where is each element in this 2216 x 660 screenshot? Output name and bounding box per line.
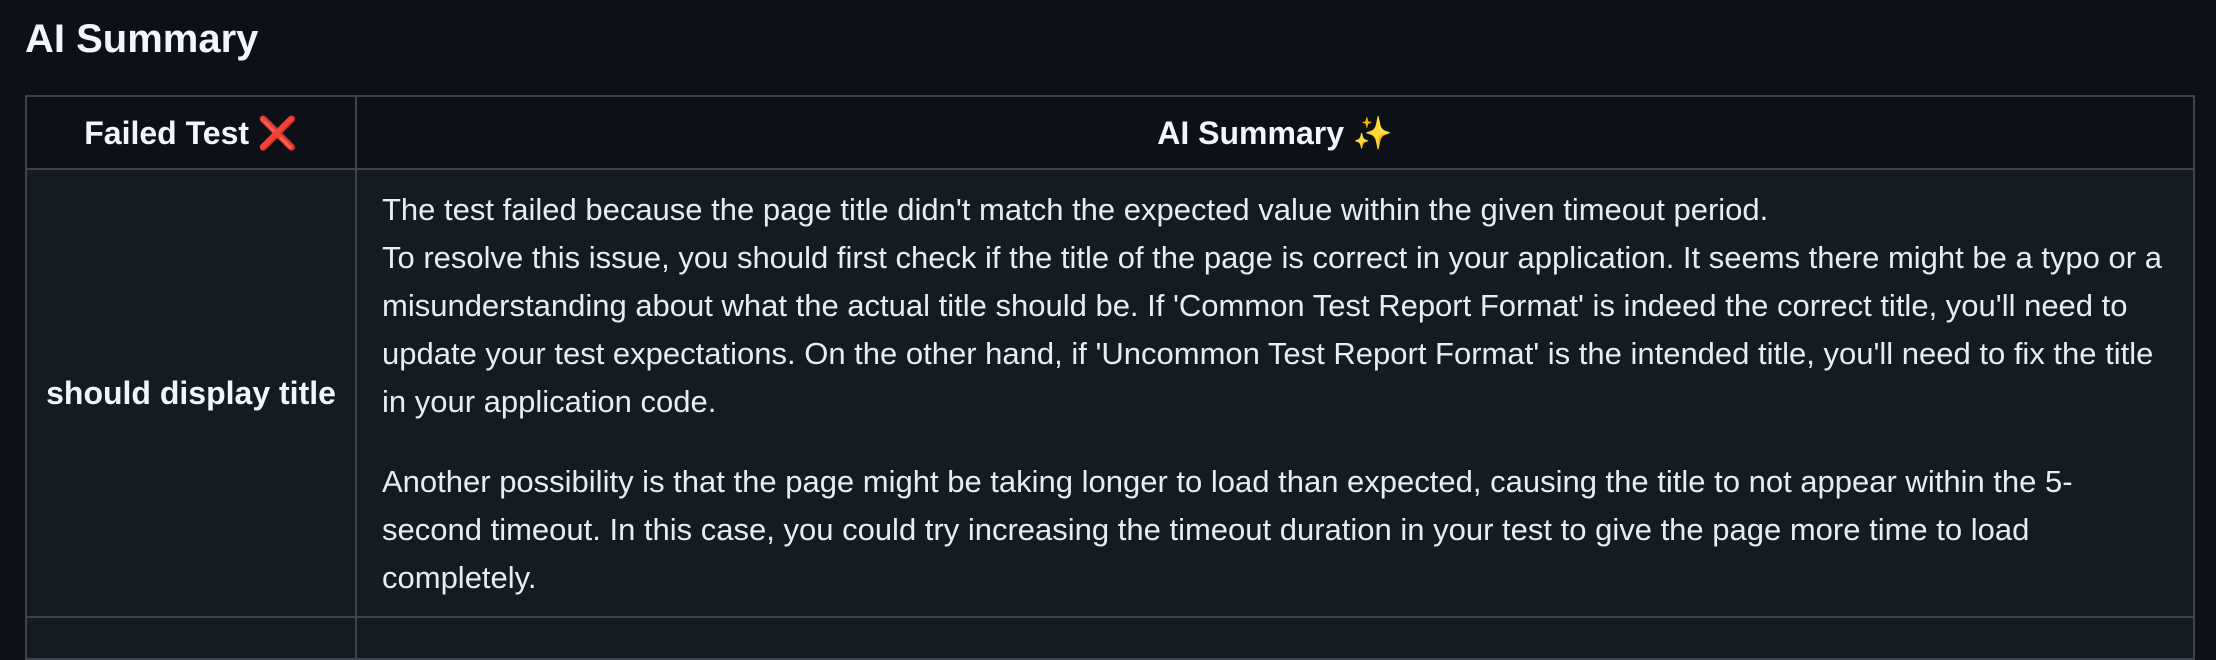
table-header-row: Failed Test ❌ AI Summary ✨ xyxy=(25,95,2195,170)
summary-paragraph: The test failed because the page title d… xyxy=(382,186,2169,426)
ai-summary-text: The test failed because the page title d… xyxy=(355,168,2195,618)
cross-mark-icon: ❌ xyxy=(257,113,298,152)
summary-line: To resolve this issue, you should first … xyxy=(382,240,2162,419)
summary-paragraph: Another possibility is that the page mig… xyxy=(382,464,2073,595)
failed-test-name: should display title xyxy=(25,168,357,618)
page-title: AI Summary xyxy=(25,17,259,61)
table-row: should display title The test failed bec… xyxy=(25,168,2195,618)
failed-test-header: Failed Test ❌ xyxy=(25,95,357,170)
summary-line: The test failed because the page title d… xyxy=(382,192,1769,227)
table-cell xyxy=(355,616,2195,660)
table-cell xyxy=(25,616,357,660)
failed-test-header-label: Failed Test xyxy=(84,114,250,151)
table-row xyxy=(25,616,2195,660)
sparkles-icon: ✨ xyxy=(1352,113,1393,152)
ai-summary-header: AI Summary ✨ xyxy=(355,95,2195,170)
ai-summary-table: Failed Test ❌ AI Summary ✨ should displa… xyxy=(25,95,2195,660)
ai-summary-header-label: AI Summary xyxy=(1157,114,1344,151)
